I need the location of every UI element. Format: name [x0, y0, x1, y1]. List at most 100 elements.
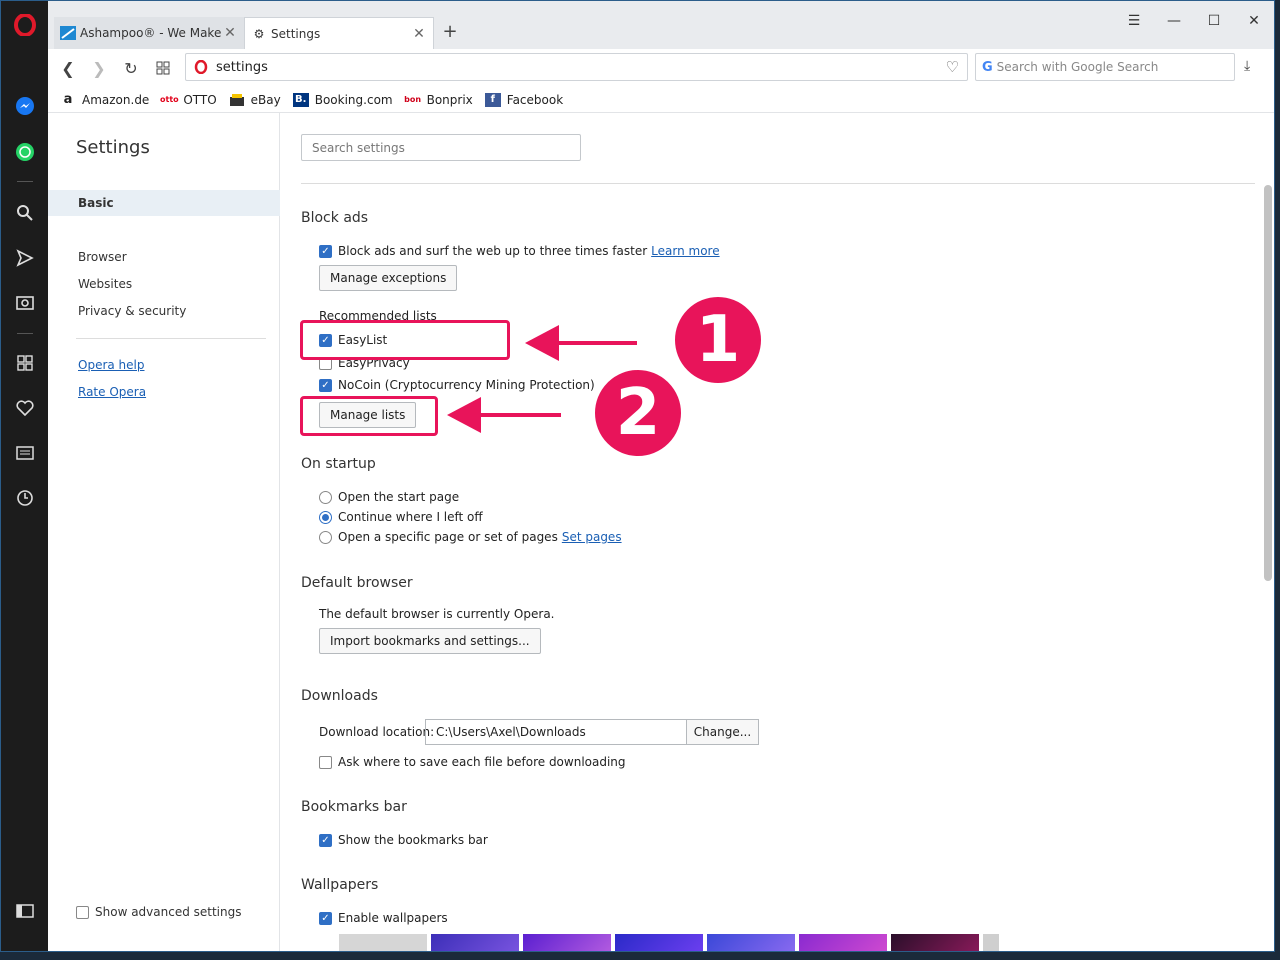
enable-wallpapers-checkbox[interactable]: ✓	[319, 911, 332, 925]
wallpaper-thumb[interactable]	[615, 934, 703, 951]
startup-radio[interactable]	[319, 510, 332, 524]
bookmark-ebay[interactable]: eBay	[229, 93, 281, 107]
minimize-button[interactable]: —	[1159, 13, 1189, 29]
block-ads-heading: Block ads	[301, 210, 369, 226]
booking-icon: B.	[292, 92, 309, 107]
speed-dial-button[interactable]	[151, 57, 175, 79]
nav-item-websites[interactable]: Websites	[48, 271, 280, 297]
opera-sidebar	[1, 1, 48, 951]
messenger-icon[interactable]	[13, 94, 37, 118]
wallpaper-thumb[interactable]	[707, 934, 795, 951]
maximize-button[interactable]: ☐	[1199, 13, 1229, 29]
amazon-icon: a	[63, 92, 73, 107]
opera-logo-icon[interactable]	[13, 13, 37, 37]
block-ads-checkbox[interactable]: ✓	[319, 244, 332, 258]
bookmark-label: Bonprix	[426, 92, 473, 107]
change-location-button[interactable]: Change...	[687, 719, 759, 745]
flow-send-icon[interactable]	[13, 246, 37, 270]
opera-badge-icon	[194, 60, 208, 74]
tab-ashampoo[interactable]: Ashampoo® - We Make S ✕	[54, 17, 244, 49]
enable-wallpapers-row[interactable]: ✓ Enable wallpapers	[319, 911, 448, 925]
otto-icon: otto	[160, 95, 179, 104]
nav-item-basic[interactable]: Basic	[48, 190, 280, 216]
bookmark-label: eBay	[250, 92, 281, 107]
advanced-label: Show advanced settings	[95, 905, 242, 919]
annotation-badge-2: 2	[591, 366, 685, 460]
nav-item-privacy[interactable]: Privacy & security	[48, 298, 280, 324]
bookmark-booking[interactable]: B. Booking.com	[292, 92, 393, 107]
search-field[interactable]: G Search with Google Search	[975, 53, 1235, 81]
startup-option-specific[interactable]: Open a specific page or set of pages Set…	[319, 530, 622, 544]
import-bookmarks-button[interactable]: Import bookmarks and settings...	[319, 628, 541, 654]
ask-download-label: Ask where to save each file before downl…	[338, 755, 626, 769]
speed-dial-icon[interactable]	[13, 351, 37, 375]
browser-window: Ashampoo® - We Make S ✕ ⚙ Settings ✕ + ☰…	[0, 0, 1275, 952]
bookmark-heart-icon[interactable]: ♡	[946, 58, 959, 76]
startup-option-continue[interactable]: Continue where I left off	[319, 510, 483, 524]
bookmark-label: Amazon.de	[82, 92, 150, 107]
sidebar-toggle-icon[interactable]	[13, 899, 37, 923]
heart-bookmarks-icon[interactable]	[13, 396, 37, 420]
show-bookmarks-checkbox[interactable]: ✓	[319, 833, 332, 847]
ask-download-checkbox[interactable]	[319, 755, 332, 769]
tab-menu-icon[interactable]: ☰	[1119, 13, 1149, 29]
close-tab-icon[interactable]: ✕	[222, 25, 238, 41]
download-icon[interactable]: ⤓	[1244, 58, 1250, 74]
settings-search-input[interactable]: Search settings	[301, 134, 581, 161]
opera-help-link[interactable]: Opera help	[78, 358, 145, 372]
close-window-button[interactable]: ✕	[1239, 13, 1269, 29]
bookmark-bonprix[interactable]: bon Bonprix	[404, 92, 473, 107]
advanced-checkbox[interactable]	[76, 905, 89, 919]
annotation-arrowhead	[525, 325, 559, 361]
bookmark-label: Booking.com	[314, 92, 393, 107]
settings-main: Search settings Block ads ✓ Block ads an…	[281, 113, 1274, 951]
forward-button[interactable]: ❯	[87, 57, 111, 79]
wallpaper-thumb[interactable]	[983, 934, 999, 951]
nocoin-checkbox[interactable]: ✓	[319, 378, 332, 392]
address-bar[interactable]: settings ♡	[185, 53, 968, 81]
wallpaper-thumb[interactable]	[339, 934, 427, 951]
learn-more-link[interactable]: Learn more	[651, 244, 719, 258]
highlight-manage-lists	[300, 396, 438, 436]
block-ads-row[interactable]: ✓ Block ads and surf the web up to three…	[319, 244, 720, 258]
downloads-heading: Downloads	[301, 688, 378, 704]
reload-button[interactable]: ↻	[119, 57, 143, 79]
wallpaper-thumb[interactable]	[523, 934, 611, 951]
bookmarks-bar: a Amazon.de otto OTTO eBay B. Booking.com b…	[48, 87, 1274, 113]
startup-radio[interactable]	[319, 490, 332, 504]
bookmark-label: OTTO	[183, 92, 217, 107]
new-tab-button[interactable]: +	[440, 21, 460, 42]
download-location-field[interactable]: C:\Users\Axel\Downloads	[425, 719, 687, 745]
manage-exceptions-button[interactable]: Manage exceptions	[319, 265, 458, 291]
bookmark-facebook[interactable]: f Facebook	[484, 92, 563, 107]
wallpaper-thumb[interactable]	[799, 934, 887, 951]
snapshot-camera-icon[interactable]	[13, 290, 37, 314]
startup-label: Open a specific page or set of pages	[338, 530, 558, 544]
startup-radio[interactable]	[319, 530, 332, 544]
whatsapp-icon[interactable]	[13, 140, 37, 164]
back-button[interactable]: ❮	[56, 57, 80, 79]
highlight-easylist	[300, 320, 510, 360]
search-icon[interactable]	[13, 201, 37, 225]
scrollbar-thumb[interactable]	[1264, 185, 1272, 581]
wallpaper-thumb[interactable]	[891, 934, 979, 951]
annotation-arrow-line	[477, 413, 561, 417]
wallpaper-thumb[interactable]	[431, 934, 519, 951]
advanced-settings-toggle[interactable]: Show advanced settings	[76, 905, 242, 919]
bookmark-otto[interactable]: otto OTTO	[160, 92, 217, 107]
set-pages-link[interactable]: Set pages	[562, 530, 622, 544]
ask-download-row[interactable]: Ask where to save each file before downl…	[319, 755, 626, 769]
history-clock-icon[interactable]	[13, 486, 37, 510]
show-bookmarks-row[interactable]: ✓ Show the bookmarks bar	[319, 833, 488, 847]
news-icon[interactable]	[13, 441, 37, 465]
close-tab-icon[interactable]: ✕	[411, 26, 427, 42]
rate-opera-link[interactable]: Rate Opera	[78, 385, 146, 399]
nav-item-browser[interactable]: Browser	[48, 244, 280, 270]
annotation-arrow-line	[551, 341, 637, 345]
annotation-badge-1: 1	[671, 293, 765, 387]
list-item-nocoin[interactable]: ✓ NoCoin (Cryptocurrency Mining Protecti…	[319, 378, 595, 392]
startup-option-start-page[interactable]: Open the start page	[319, 490, 459, 504]
bookmarks-bar-heading: Bookmarks bar	[301, 799, 407, 815]
tab-settings[interactable]: ⚙ Settings ✕	[244, 17, 434, 49]
bookmark-amazon[interactable]: a Amazon.de	[60, 92, 150, 107]
